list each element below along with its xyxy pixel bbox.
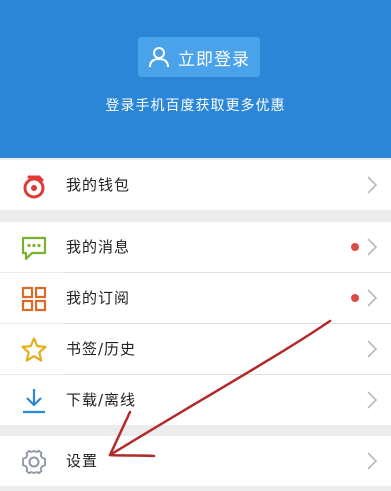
section-gap	[0, 210, 391, 222]
chevron-right-icon	[367, 452, 377, 470]
menu-label-settings: 设置	[66, 452, 99, 470]
unread-dot	[351, 243, 359, 251]
user-icon	[149, 47, 169, 68]
section-gap	[0, 425, 391, 436]
login-header: 立即登录 登录手机百度获取更多优惠	[0, 0, 391, 158]
menu-item-downloads[interactable]: 下载/离线	[0, 375, 391, 425]
menu-label-bookmarks: 书签/历史	[66, 340, 137, 358]
unread-dot	[351, 294, 359, 302]
chevron-right-icon	[367, 176, 377, 194]
menu-item-settings[interactable]: 设置	[0, 436, 391, 486]
login-tagline: 登录手机百度获取更多优惠	[105, 98, 286, 114]
menu-label-wallet: 我的钱包	[66, 176, 131, 194]
grid-icon	[21, 286, 47, 312]
menu-item-bookmarks[interactable]: 书签/历史	[0, 324, 391, 374]
login-button-label: 立即登录	[178, 49, 250, 70]
chevron-right-icon	[367, 340, 377, 358]
chevron-right-icon	[367, 238, 377, 256]
star-icon	[21, 337, 47, 362]
menu-label-downloads: 下载/离线	[66, 391, 137, 409]
download-icon	[23, 389, 45, 414]
wallet-icon	[23, 175, 45, 199]
menu-label-messages: 我的消息	[66, 238, 131, 256]
chat-bubble-icon	[21, 236, 47, 261]
gear-icon	[22, 449, 46, 475]
menu-item-subscriptions[interactable]: 我的订阅	[0, 273, 391, 323]
chevron-right-icon	[367, 391, 377, 409]
menu-item-wallet[interactable]: 我的钱包	[0, 160, 391, 210]
menu-item-messages[interactable]: 我的消息	[0, 222, 391, 272]
menu-label-subscriptions: 我的订阅	[66, 289, 131, 307]
chevron-right-icon	[367, 289, 377, 307]
login-button[interactable]: 立即登录	[138, 37, 260, 77]
